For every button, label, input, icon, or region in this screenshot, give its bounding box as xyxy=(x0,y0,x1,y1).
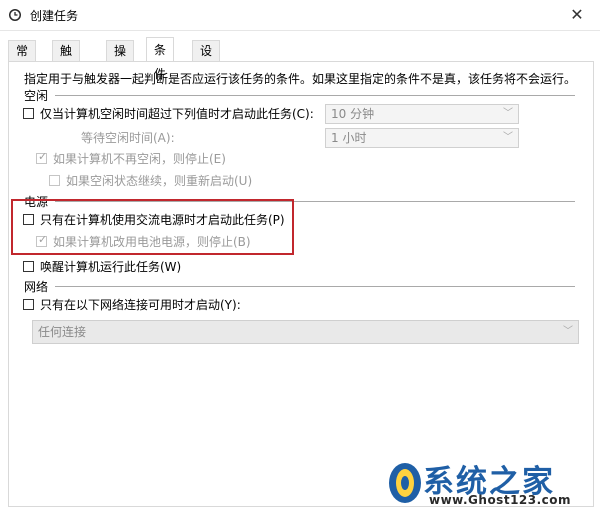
watermark-logo: 系统之家 www.Ghost123.com xyxy=(385,456,600,513)
idle-divider xyxy=(55,95,575,96)
wait-idle-select[interactable]: 1 小时 ﹀ xyxy=(325,128,519,148)
chevron-down-icon: ﹀ xyxy=(563,326,573,337)
chevron-down-icon: ﹀ xyxy=(503,108,513,119)
wake-checkbox[interactable] xyxy=(23,260,34,272)
tab-general[interactable]: 常规 xyxy=(8,40,37,78)
checkmark-icon: ✓ xyxy=(38,149,48,163)
wait-idle-label: 等待空闲时间(A): xyxy=(81,130,175,145)
tab-actions[interactable]: 操作 xyxy=(106,40,135,78)
network-row[interactable]: 只有在以下网络连接可用时才启动(Y): xyxy=(23,295,241,313)
watermark-url: www.Ghost123.com xyxy=(429,493,572,507)
clock-icon xyxy=(9,9,21,21)
restart-if-idle-checkbox[interactable] xyxy=(49,174,60,186)
network-section-label: 网络 xyxy=(24,280,49,294)
chevron-down-icon: ﹀ xyxy=(503,132,513,143)
description-text: 指定用于与触发器一起判断是否应运行该任务的条件。如果这里指定的条件不是真，该任务… xyxy=(24,72,577,86)
ac-only-checkbox[interactable] xyxy=(23,213,34,225)
stop-on-battery-checkbox[interactable]: ✓ xyxy=(36,232,48,247)
conditions-panel: 指定用于与触发器一起判断是否应运行该任务的条件。如果这里指定的条件不是真，该任务… xyxy=(8,61,594,507)
stop-on-battery-label: 如果计算机改用电池电源，则停止(B) xyxy=(53,234,251,249)
start-if-idle-label: 仅当计算机空闲时间超过下列值时才启动此任务(C): xyxy=(40,106,314,121)
network-connection-value: 任何连接 xyxy=(38,325,87,339)
stop-if-not-idle-checkbox[interactable]: ✓ xyxy=(36,149,48,164)
ac-only-label: 只有在计算机使用交流电源时才启动此任务(P) xyxy=(40,212,285,227)
tab-conditions[interactable]: 条件 xyxy=(146,37,175,81)
stop-on-battery-row[interactable]: ✓ 如果计算机改用电池电源，则停止(B) xyxy=(36,232,251,250)
network-label: 只有在以下网络连接可用时才启动(Y): xyxy=(40,297,241,312)
close-icon: ✕ xyxy=(570,5,584,24)
wake-row[interactable]: 唤醒计算机运行此任务(W) xyxy=(23,257,181,275)
idle-section-label: 空闲 xyxy=(24,89,49,103)
wait-idle-value: 1 小时 xyxy=(331,131,367,145)
power-section-label: 电源 xyxy=(24,195,49,209)
start-if-idle-checkbox[interactable] xyxy=(23,107,34,119)
close-button[interactable]: ✕ xyxy=(554,0,600,30)
checkmark-icon: ✓ xyxy=(38,232,48,246)
network-checkbox[interactable] xyxy=(23,298,34,310)
title-bar: 创建任务 ✕ xyxy=(0,0,600,31)
start-if-idle-row[interactable]: 仅当计算机空闲时间超过下列值时才启动此任务(C): xyxy=(23,104,314,122)
idle-duration-select[interactable]: 10 分钟 ﹀ xyxy=(325,104,519,124)
wake-label: 唤醒计算机运行此任务(W) xyxy=(40,259,182,274)
stop-if-not-idle-row[interactable]: ✓ 如果计算机不再空闲，则停止(E) xyxy=(36,149,226,167)
window-title: 创建任务 xyxy=(30,9,79,23)
restart-if-idle-label: 如果空闲状态继续，则重新启动(U) xyxy=(66,173,253,188)
globe-logo-icon xyxy=(389,463,421,503)
power-divider xyxy=(55,201,575,202)
ac-only-row[interactable]: 只有在计算机使用交流电源时才启动此任务(P) xyxy=(23,210,285,228)
tab-triggers[interactable]: 触发器 xyxy=(52,40,81,98)
network-divider xyxy=(55,286,575,287)
network-connection-select[interactable]: 任何连接 ﹀ xyxy=(32,320,579,344)
restart-if-idle-row[interactable]: 如果空闲状态继续，则重新启动(U) xyxy=(49,171,252,189)
idle-duration-value: 10 分钟 xyxy=(331,107,375,121)
stop-if-not-idle-label: 如果计算机不再空闲，则停止(E) xyxy=(53,151,226,166)
wait-idle-row: 等待空闲时间(A): xyxy=(81,128,175,146)
tab-settings[interactable]: 设置 xyxy=(192,40,221,78)
